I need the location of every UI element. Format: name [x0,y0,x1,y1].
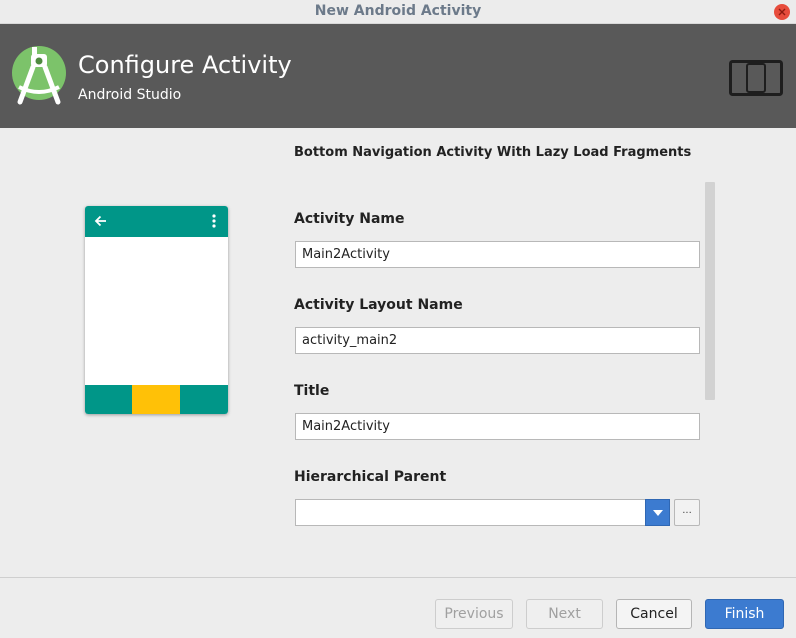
activity-name-label: Activity Name [294,211,405,227]
window-title: New Android Activity [314,3,482,19]
wizard-header: Configure Activity Android Studio [0,24,796,128]
activity-preview [85,206,228,414]
back-arrow-icon [94,215,106,227]
preview-app-bar [85,206,228,237]
form-scrollbar[interactable] [705,182,715,400]
window-title-bar: New Android Activity [0,0,796,24]
footer-divider [0,577,796,578]
dropdown-arrow-button[interactable] [645,499,670,526]
android-studio-logo-icon [12,46,66,105]
activity-template-name: Bottom Navigation Activity With Lazy Loa… [294,145,692,160]
close-icon [778,8,786,16]
layout-name-field[interactable] [295,327,700,354]
chevron-down-icon [653,510,663,516]
preview-selected-tab [132,385,180,414]
hierarchical-parent-combo[interactable] [295,499,670,526]
browse-parent-button[interactable]: ... [674,499,700,526]
hierarchical-parent-label: Hierarchical Parent [294,469,447,485]
device-form-factor-icon [729,60,783,96]
cancel-button[interactable]: Cancel [616,599,692,629]
activity-name-field[interactable] [295,241,700,268]
page-subtitle: Android Studio [78,87,182,103]
title-field[interactable] [295,413,700,440]
page-title: Configure Activity [78,51,292,79]
preview-bottom-navigation [85,385,228,414]
close-window-button[interactable] [774,4,790,20]
overflow-menu-icon [212,214,216,228]
title-label: Title [294,383,330,399]
previous-button[interactable]: Previous [435,599,513,629]
finish-button[interactable]: Finish [705,599,784,629]
next-button[interactable]: Next [526,599,603,629]
layout-name-label: Activity Layout Name [294,297,463,313]
